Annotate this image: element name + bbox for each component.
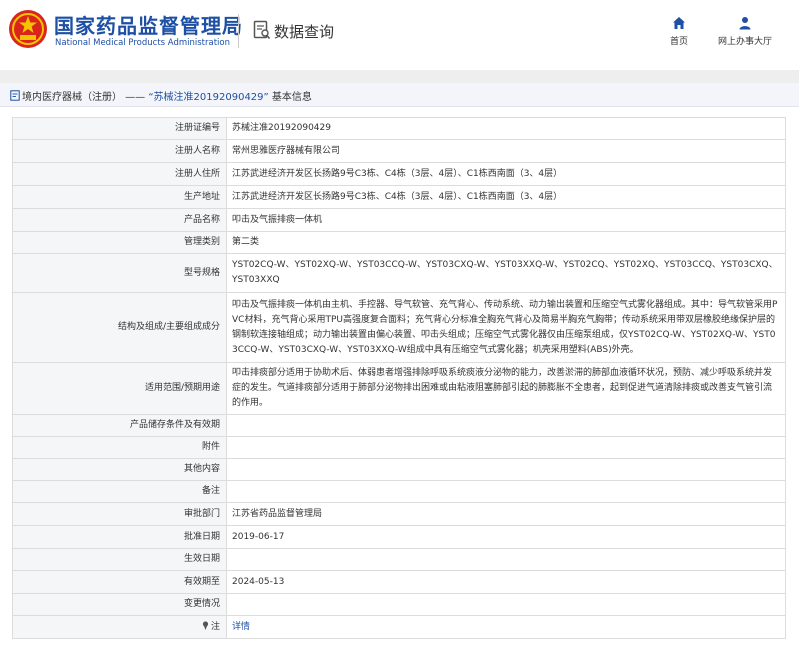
field-label: 有效期至 — [12, 570, 227, 594]
field-value: 第二类 — [226, 231, 786, 254]
field-value: 2024-05-13 — [226, 570, 786, 594]
header-gap — [0, 70, 799, 83]
field-label: 备注 — [12, 480, 227, 503]
field-value: 叩击及气振排痰一体机 — [226, 208, 786, 232]
home-icon — [673, 17, 685, 29]
field-label: 型号规格 — [12, 253, 227, 293]
national-emblem-icon — [9, 10, 47, 48]
field-label: 注册证编号 — [12, 117, 227, 140]
field-value — [226, 480, 786, 503]
table-row: 备注 — [12, 480, 786, 503]
table-row: 附件 — [12, 436, 786, 459]
field-label: 注册人名称 — [12, 139, 227, 163]
field-value: 叩击排痰部分适用于协助术后、体弱患者增强排除呼吸系统痰液分泌物的能力，改善淤滞的… — [226, 362, 786, 415]
field-value: 江苏武进经济开发区长扬路9号C3栋、C4栋（3层、4层）、C1栋西南面（3、4层… — [226, 185, 786, 209]
table-row: 产品名称 叩击及气振排痰一体机 — [12, 208, 786, 232]
field-label: 其他内容 — [12, 458, 227, 481]
field-value — [226, 458, 786, 481]
document-icon — [10, 90, 20, 101]
table-row: 结构及组成/主要组成成分 叩击及气振排痰一体机由主机、手控器、导气软管、充气背心、… — [12, 292, 786, 363]
field-label: 适用范围/预期用途 — [12, 362, 227, 415]
field-value: 常州思雅医疗器械有限公司 — [226, 139, 786, 163]
breadcrumb-category: 境内医疗器械（注册） —— — [22, 92, 149, 103]
pin-icon — [202, 620, 209, 630]
field-label: 管理类别 — [12, 231, 227, 254]
breadcrumb-text: 境内医疗器械（注册） —— “苏械注准20192090429” 基本信息 — [22, 88, 312, 103]
details-link[interactable]: 详情 — [232, 622, 250, 632]
table-row: 注册证编号 苏械注准20192090429 — [12, 117, 786, 140]
table-row: 审批部门 江苏省药品监督管理局 — [12, 502, 786, 526]
user-icon — [739, 17, 751, 30]
field-value: YST02CQ-W、YST02XQ-W、YST03CCQ-W、YST03CXQ-… — [226, 253, 786, 293]
field-label: 变更情况 — [12, 593, 227, 616]
detail-table: 注册证编号 苏械注准20192090429 注册人名称 常州思雅医疗器械有限公司 注… — [12, 117, 786, 639]
table-row: 有效期至 2024-05-13 — [12, 570, 786, 594]
note-label-cell: 注 — [12, 615, 227, 639]
table-row: 其他内容 — [12, 458, 786, 481]
table-row: 注 详情 — [12, 615, 786, 639]
table-row: 注册人住所 江苏武进经济开发区长扬路9号C3栋、C4栋（3层、4层）、C1栋西南面… — [12, 162, 786, 186]
field-value — [226, 548, 786, 571]
table-row: 产品储存条件及有效期 — [12, 414, 786, 437]
field-value: 江苏省药品监督管理局 — [226, 502, 786, 526]
breadcrumb-record-id: “苏械注准20192090429” — [148, 92, 269, 103]
nav-online-office-label: 网上办事大厅 — [717, 37, 772, 47]
field-label: 结构及组成/主要组成成分 — [12, 292, 227, 363]
nav-home-label: 首页 — [669, 37, 688, 47]
breadcrumb: 境内医疗器械（注册） —— “苏械注准20192090429” 基本信息 — [0, 83, 799, 107]
table-row: 变更情况 — [12, 593, 786, 616]
field-value: 苏械注准20192090429 — [226, 117, 786, 140]
site-brand-subtitle: National Medical Products Administration — [55, 38, 230, 48]
site-brand-title[interactable]: 国家药品监督管理局 — [54, 10, 243, 39]
field-label: 生产地址 — [12, 185, 227, 209]
field-label: 注册人住所 — [12, 162, 227, 186]
breadcrumb-suffix: 基本信息 — [268, 92, 312, 103]
note-value-cell: 详情 — [226, 615, 786, 639]
nav-home-link[interactable]: 首页 — [664, 16, 694, 47]
field-value: 江苏武进经济开发区长扬路9号C3栋、C4栋（3层、4层）、C1栋西南面（3、4层… — [226, 162, 786, 186]
field-label: 产品名称 — [12, 208, 227, 232]
field-label: 审批部门 — [12, 502, 227, 526]
table-row: 注册人名称 常州思雅医疗器械有限公司 — [12, 139, 786, 163]
document-search-icon — [253, 20, 271, 40]
page-title: 数据查询 — [274, 23, 335, 41]
table-row: 生产地址 江苏武进经济开发区长扬路9号C3栋、C4栋（3层、4层）、C1栋西南面（… — [12, 185, 786, 209]
table-row: 型号规格 YST02CQ-W、YST02XQ-W、YST03CCQ-W、YST03… — [12, 253, 786, 293]
field-label: 批准日期 — [12, 525, 227, 549]
table-row: 批准日期 2019-06-17 — [12, 525, 786, 549]
field-value: 2019-06-17 — [226, 525, 786, 549]
field-value — [226, 414, 786, 437]
nav-online-office-link[interactable]: 网上办事大厅 — [714, 16, 776, 47]
note-label: 注 — [210, 621, 220, 632]
table-row: 管理类别 第二类 — [12, 231, 786, 254]
field-value: 叩击及气振排痰一体机由主机、手控器、导气软管、充气背心、传动系统、动力输出装置和… — [226, 292, 786, 363]
field-label: 生效日期 — [12, 548, 227, 571]
field-value — [226, 593, 786, 616]
table-row: 适用范围/预期用途 叩击排痰部分适用于协助术后、体弱患者增强排除呼吸系统痰液分泌物… — [12, 362, 786, 415]
header-divider — [238, 14, 239, 48]
site-header: 国家药品监督管理局 National Medical Products Admi… — [0, 0, 799, 70]
field-label: 产品储存条件及有效期 — [12, 414, 227, 437]
field-label: 附件 — [12, 436, 227, 459]
table-row: 生效日期 — [12, 548, 786, 571]
field-value — [226, 436, 786, 459]
